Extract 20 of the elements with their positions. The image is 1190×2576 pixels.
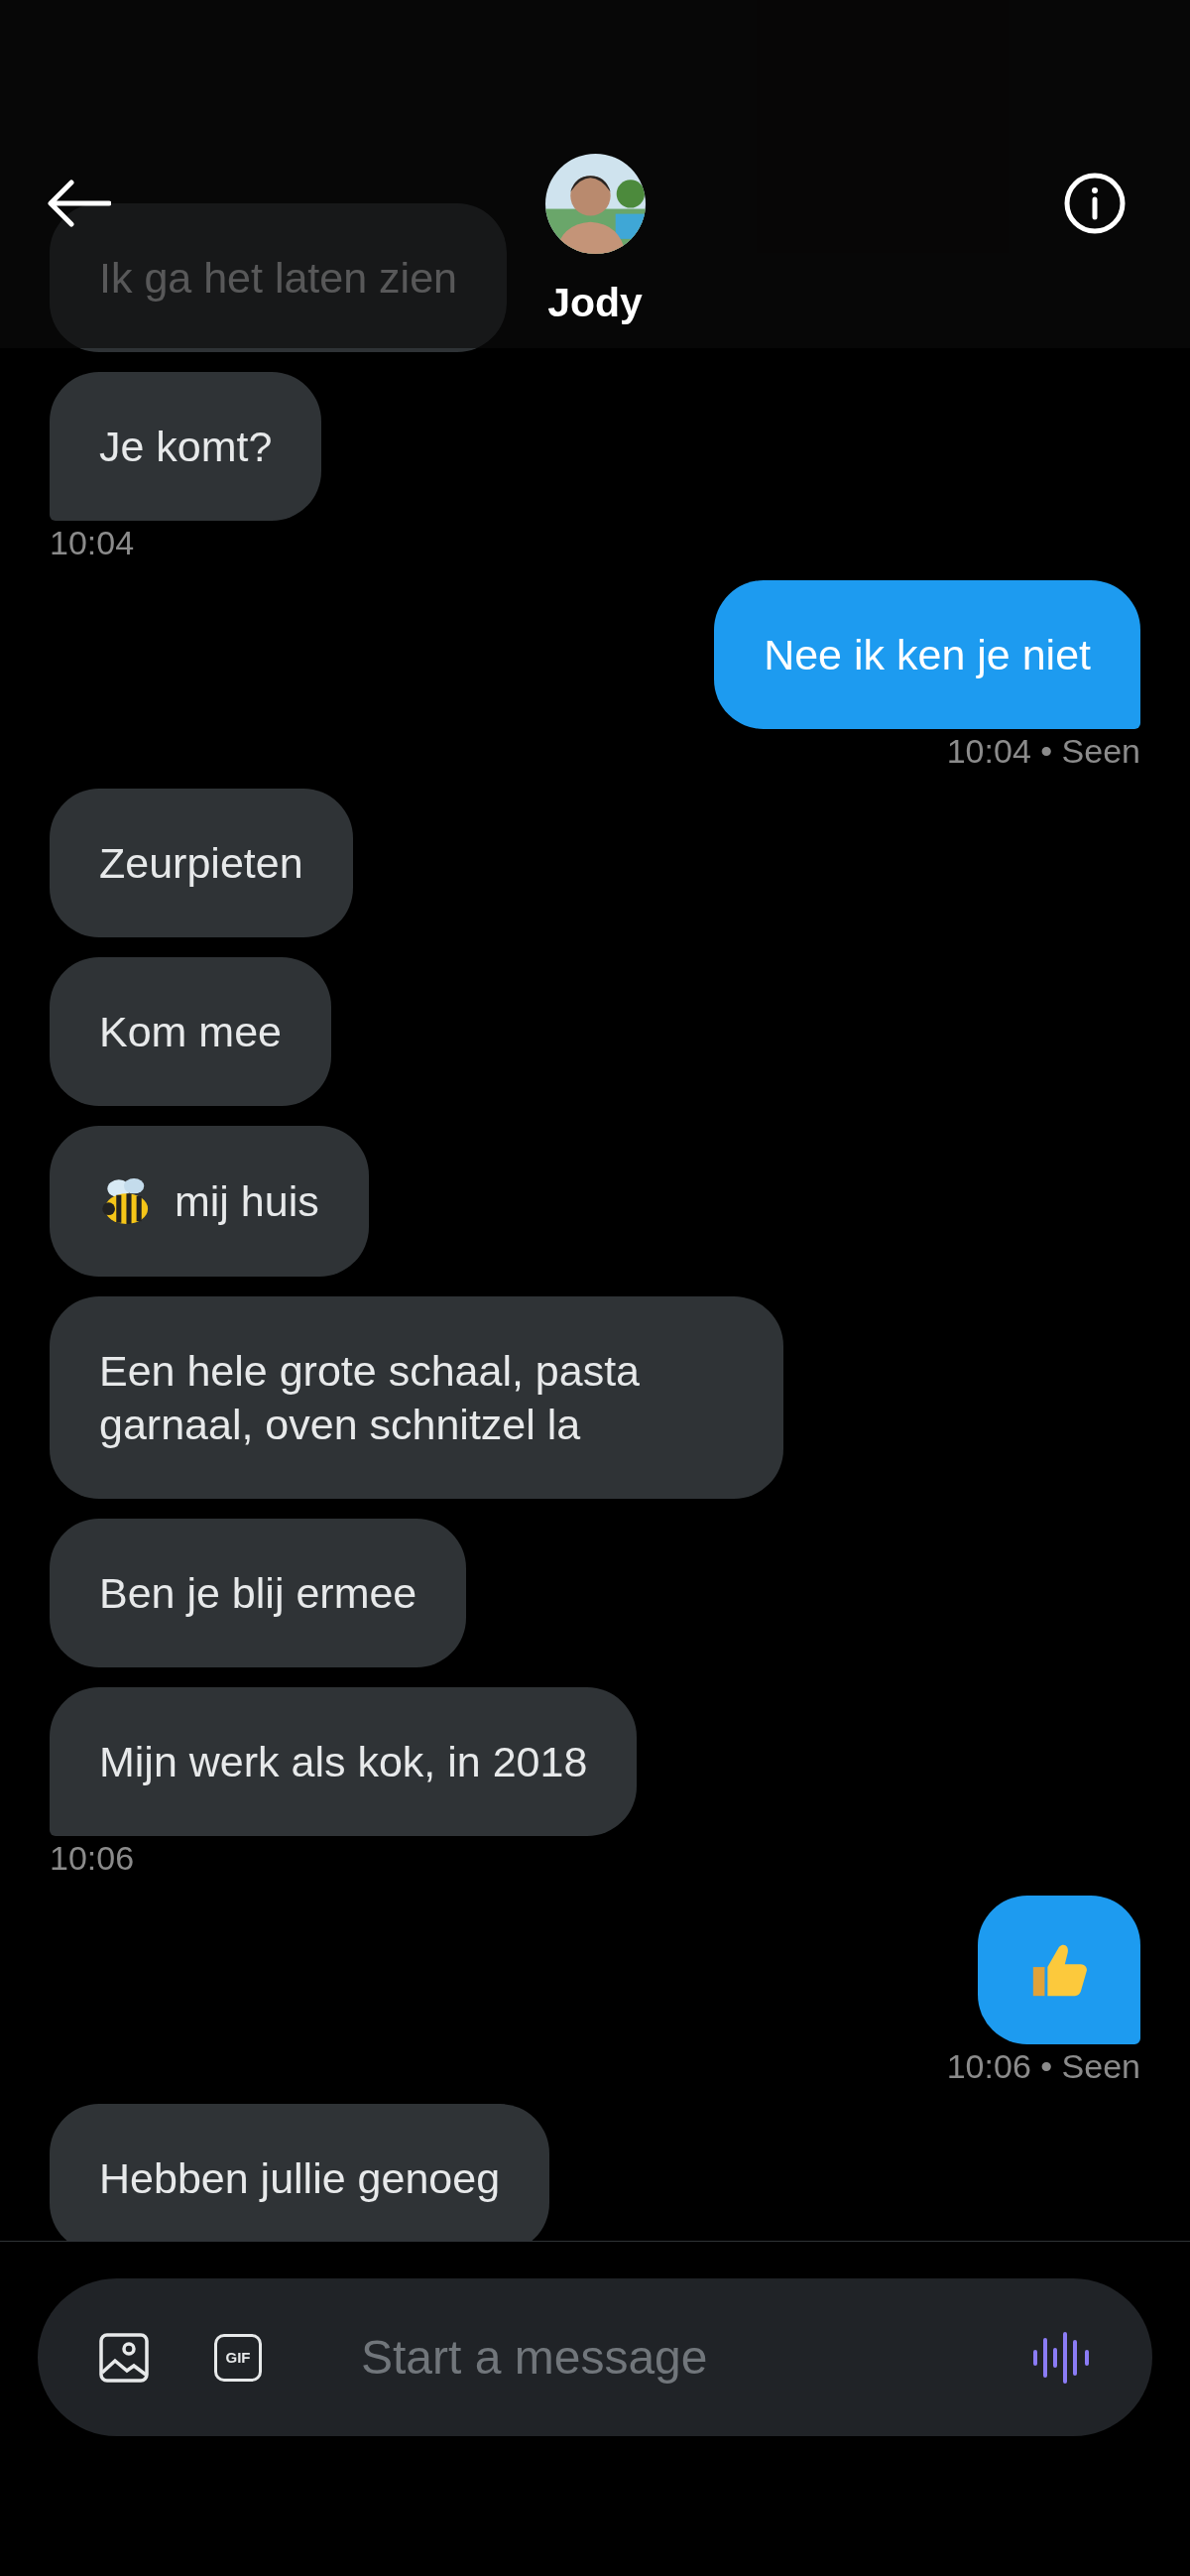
received-message: Zeurpieten (50, 789, 353, 937)
received-message: Je komt? (50, 372, 322, 521)
message-time: 10:06 (50, 1840, 135, 1876)
gif-button[interactable]: GIF (214, 2333, 262, 2382)
info-icon[interactable] (1064, 173, 1126, 234)
message-time: 10:06 • Seen (946, 2048, 1140, 2084)
message-time: 10:04 • Seen (946, 733, 1140, 769)
received-message: Een hele grote schaal, pasta garnaal, oven schnitzel la (50, 1296, 783, 1499)
message-input[interactable]: GIF Start a message (38, 2278, 1152, 2436)
received-message: mij huis (50, 1126, 369, 1277)
back-icon[interactable] (48, 179, 111, 228)
received-message: Hebben jullie genoeg (50, 2104, 550, 2241)
received-message: Mijn werk als kok, in 2018 (50, 1687, 638, 1836)
received-message: Kom mee (50, 957, 331, 1106)
image-icon[interactable] (99, 2332, 149, 2383)
sent-message: Nee ik ken je niet (714, 580, 1140, 729)
contact-name: Jody (546, 279, 644, 327)
received-message: Ben je blij ermee (50, 1519, 467, 1667)
received-message: Ik ga het laten zien (50, 203, 507, 352)
message-time: 10:04 (50, 525, 135, 560)
